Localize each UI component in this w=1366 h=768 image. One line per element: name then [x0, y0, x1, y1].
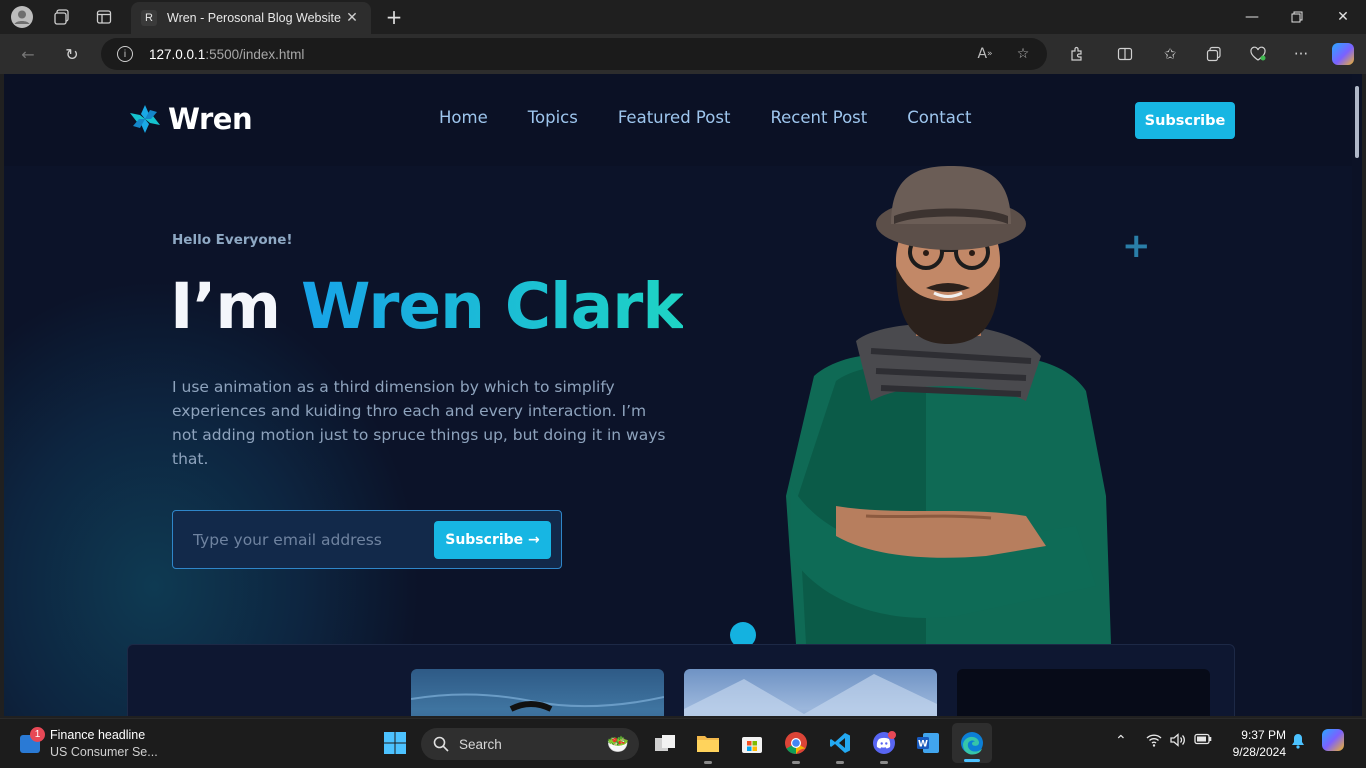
headline-prefix: I’m [170, 270, 301, 343]
email-input[interactable] [183, 521, 428, 559]
refresh-icon[interactable]: ↻ [60, 42, 84, 66]
browser-tab-active[interactable]: R Wren - Perosonal Blog Website ✕ [131, 2, 371, 34]
wifi-icon[interactable] [1146, 733, 1162, 751]
read-aloud-icon[interactable]: A» [973, 42, 997, 66]
profile-avatar-icon[interactable] [10, 5, 34, 29]
more-options-icon[interactable]: ··· [1289, 42, 1313, 66]
vscode-icon[interactable] [826, 729, 854, 764]
browser-essentials-icon[interactable] [1246, 42, 1270, 66]
posts-strip [127, 644, 1235, 716]
battery-icon[interactable] [1194, 733, 1212, 749]
hero-greeting: Hello Everyone! [172, 232, 293, 248]
logo-mark-icon [130, 105, 160, 133]
scrollbar-thumb[interactable] [1355, 86, 1359, 158]
browser-titlebar: R Wren - Perosonal Blog Website ✕ + — ✕ [0, 0, 1366, 34]
headline-name: Wren Clark [300, 270, 684, 343]
post-card-image[interactable] [684, 669, 937, 716]
svg-text:W: W [918, 740, 928, 750]
taskbar-search[interactable]: Search 🥗 [421, 728, 639, 760]
post-card-image[interactable] [411, 669, 664, 716]
tab-close-icon[interactable]: ✕ [343, 10, 361, 26]
favorites-icon[interactable]: ✩ [1158, 42, 1182, 66]
task-view-icon[interactable] [651, 729, 679, 757]
start-menu-icon[interactable] [381, 729, 409, 757]
search-highlight-icon: 🥗 [606, 733, 629, 755]
nav-link-contact[interactable]: Contact [907, 108, 971, 127]
hero-headline: I’m Wren Clark [170, 270, 684, 343]
close-window-icon[interactable]: ✕ [1328, 5, 1358, 29]
new-tab-icon[interactable]: + [382, 5, 406, 29]
restore-icon[interactable] [1282, 5, 1312, 29]
clock-time: 9:37 PM [1241, 728, 1286, 742]
news-subtitle[interactable]: US Consumer Se... [50, 745, 158, 759]
workspaces-icon[interactable] [50, 5, 74, 29]
minimize-icon[interactable]: — [1237, 5, 1267, 29]
hero-section: Hello Everyone! I’m Wren Clark I use ani… [4, 166, 1352, 716]
page-scrollbar[interactable] [1352, 74, 1362, 716]
favorite-star-icon[interactable]: ☆ [1011, 42, 1035, 66]
logo-text: Wren [168, 102, 253, 136]
volume-icon[interactable] [1170, 733, 1186, 751]
extensions-icon[interactable] [1065, 42, 1089, 66]
split-screen-icon[interactable] [1113, 42, 1137, 66]
search-icon [433, 736, 449, 752]
clock-date: 9/28/2024 [1232, 745, 1286, 759]
windows-taskbar: 1 Finance headline US Consumer Se... Sea… [0, 718, 1366, 768]
copilot-icon[interactable] [1331, 42, 1355, 66]
header-subscribe-button[interactable]: Subscribe [1135, 102, 1235, 139]
post-card-image[interactable] [957, 669, 1210, 716]
url-host: 127.0.0.1 [149, 46, 206, 62]
chrome-icon[interactable] [782, 729, 810, 764]
browser-navbar: ← ↻ i 127.0.0.1:5500/index.html A» ☆ ✩ ·… [0, 34, 1366, 74]
show-hidden-icons-icon[interactable]: ⌃ [1115, 733, 1127, 749]
search-label: Search [459, 736, 502, 752]
back-icon[interactable]: ← [16, 42, 40, 66]
address-bar[interactable]: i 127.0.0.1:5500/index.html A» ☆ [101, 38, 1047, 70]
system-clock[interactable]: 9:37 PM 9/28/2024 [1226, 727, 1286, 761]
site-logo[interactable]: Wren [128, 102, 253, 136]
nav-link-featured-post[interactable]: Featured Post [618, 108, 731, 127]
decorative-plus-icon: + [1122, 226, 1151, 266]
nav-link-topics[interactable]: Topics [528, 108, 578, 127]
discord-icon[interactable] [870, 729, 898, 764]
site-info-icon[interactable]: i [117, 46, 133, 62]
tab-title: Wren - Perosonal Blog Website [167, 11, 341, 25]
word-icon[interactable]: W [914, 729, 942, 757]
site-header: Wren Home Topics Featured Post Recent Po… [4, 74, 1352, 166]
edge-browser-icon[interactable] [952, 723, 992, 763]
nav-link-recent-post[interactable]: Recent Post [770, 108, 867, 127]
page-viewport: Wren Home Topics Featured Post Recent Po… [4, 74, 1362, 716]
file-explorer-icon[interactable] [694, 729, 722, 764]
email-subscribe-button[interactable]: Subscribe → [434, 521, 551, 559]
nav-link-home[interactable]: Home [439, 108, 488, 127]
hero-portrait-image [786, 166, 1111, 644]
notification-bell-icon[interactable] [1291, 733, 1305, 753]
main-nav: Home Topics Featured Post Recent Post Co… [439, 108, 1011, 127]
newsletter-form: Subscribe → [172, 510, 562, 569]
copilot-taskbar-icon[interactable] [1322, 729, 1344, 751]
url-path: :5500/index.html [205, 46, 305, 62]
hero-intro-text: I use animation as a third dimension by … [172, 378, 666, 468]
news-title[interactable]: Finance headline [50, 728, 145, 742]
tab-actions-icon[interactable] [92, 5, 116, 29]
microsoft-store-icon[interactable] [738, 729, 766, 757]
collections-icon[interactable] [1202, 42, 1226, 66]
news-badge: 1 [30, 727, 45, 742]
tab-favicon: R [141, 10, 157, 26]
